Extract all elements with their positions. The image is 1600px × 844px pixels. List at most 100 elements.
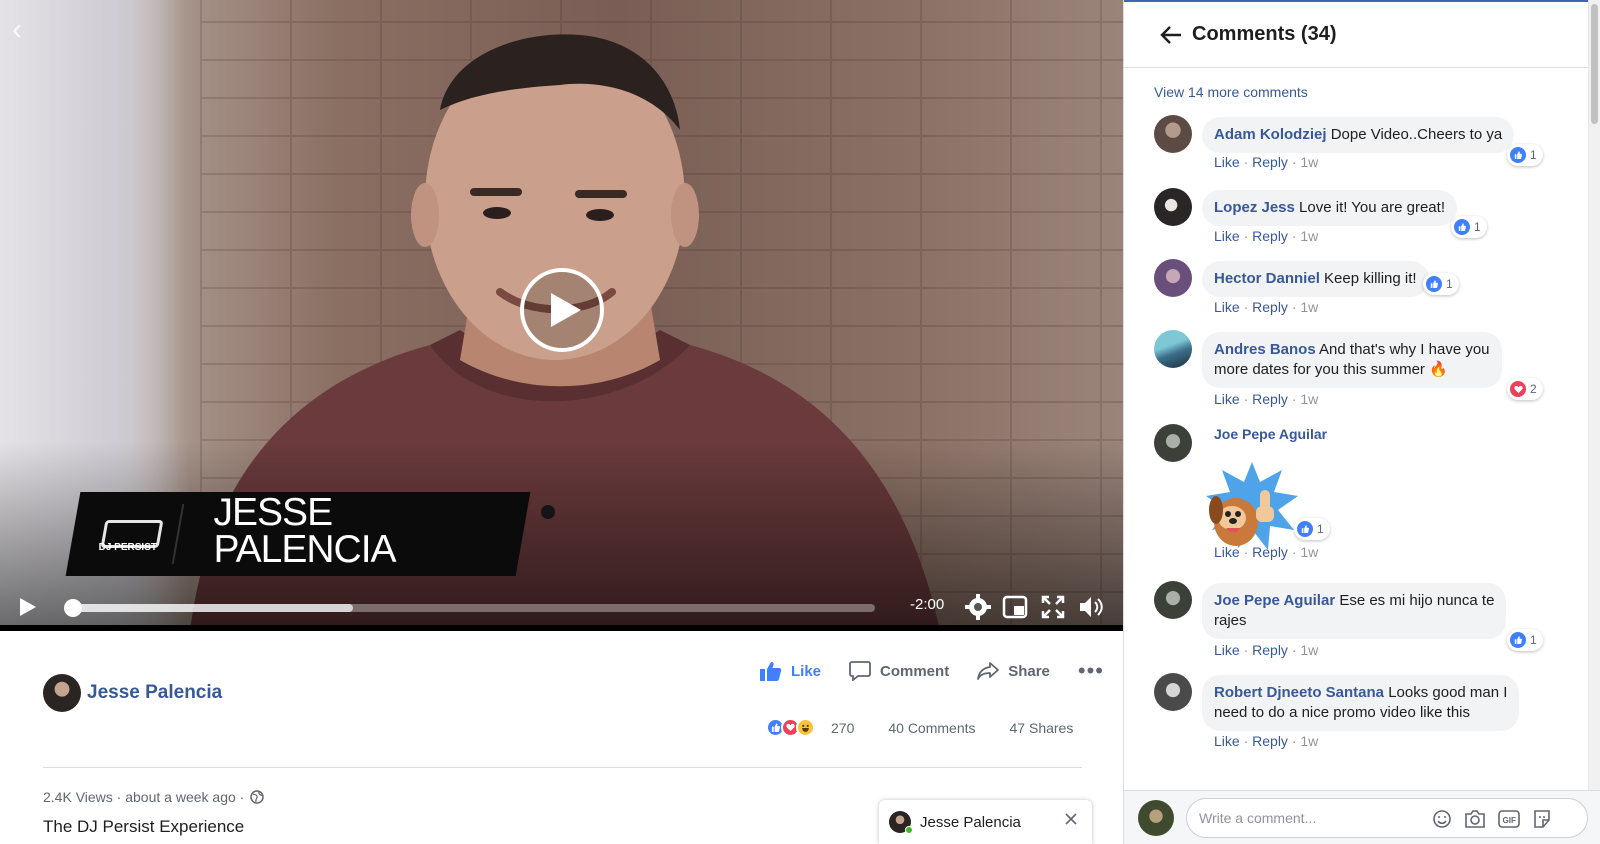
shares-count[interactable]: 47 Shares — [1010, 720, 1074, 736]
comment-reaction[interactable]: 1 — [1294, 518, 1330, 540]
comment-reply-link[interactable]: Reply — [1252, 544, 1288, 560]
comment-item: Hector Danniel Keep killing it! 1 Like ·… — [1154, 259, 1574, 319]
share-button[interactable]: Share — [977, 661, 1050, 681]
emoji-icon[interactable] — [1432, 809, 1452, 829]
previous-chevron-icon[interactable]: ‹ — [12, 15, 32, 45]
comment-age[interactable]: 1w — [1300, 642, 1318, 658]
comment-reply-link[interactable]: Reply — [1252, 391, 1288, 407]
comment-like-link[interactable]: Like — [1214, 642, 1240, 658]
commenter-name[interactable]: Joe Pepe Aguilar — [1214, 426, 1327, 442]
comment-age[interactable]: 1w — [1300, 733, 1318, 749]
commenter-name[interactable]: Adam Kolodziej — [1214, 126, 1327, 143]
video-title: The DJ Persist Experience — [43, 817, 245, 836]
comment-reply-link[interactable]: Reply — [1252, 228, 1288, 244]
post-actions: Like Comment Share ••• — [760, 658, 1104, 684]
play-icon[interactable] — [18, 596, 38, 618]
comments-count[interactable]: 40 Comments — [888, 720, 975, 736]
comment-text: Keep killing it! — [1324, 270, 1417, 287]
reaction-icons[interactable] — [766, 718, 815, 737]
commenter-avatar[interactable] — [1154, 115, 1192, 153]
comment-text: Ese es mi hijo nunca te — [1339, 592, 1495, 609]
commenter-name[interactable]: Hector Danniel — [1214, 270, 1320, 287]
commenter-name[interactable]: Andres Banos — [1214, 341, 1316, 358]
commenter-name[interactable]: Robert Djneeto Santana — [1214, 684, 1384, 701]
commenter-avatar[interactable] — [1154, 188, 1192, 226]
comment-text: need to do a nice promo video like this — [1214, 704, 1470, 721]
video-bottom-edge — [0, 625, 1123, 631]
comment-reply-link[interactable]: Reply — [1252, 642, 1288, 658]
post-stats: 270 40 Comments 47 Shares — [766, 718, 1073, 737]
settings-gear-icon[interactable] — [965, 594, 991, 620]
commenter-avatar[interactable] — [1154, 330, 1192, 368]
comment-age[interactable]: 1w — [1300, 391, 1318, 407]
commenter-avatar[interactable] — [1154, 673, 1192, 711]
comment-label: Comment — [880, 662, 950, 680]
post-time[interactable]: about a week ago — [125, 789, 236, 805]
dj-persist-logo: DJ PERSIST — [81, 504, 185, 564]
comment-age[interactable]: 1w — [1300, 544, 1318, 560]
comment-reaction[interactable]: 1 — [1507, 144, 1543, 166]
comment-reaction[interactable]: 2 — [1507, 378, 1543, 400]
like-button[interactable]: Like — [760, 661, 821, 681]
comment-like-link[interactable]: Like — [1214, 391, 1240, 407]
back-arrow-icon[interactable] — [1160, 25, 1182, 45]
comment-composer: Write a comment... GIF — [1124, 790, 1600, 844]
fullscreen-icon[interactable] — [1040, 594, 1066, 620]
comment-reply-link[interactable]: Reply — [1252, 733, 1288, 749]
commenter-name[interactable]: Lopez Jess — [1214, 199, 1295, 216]
gif-icon[interactable]: GIF — [1498, 809, 1520, 829]
comment-reply-link[interactable]: Reply — [1252, 299, 1288, 315]
comment-age[interactable]: 1w — [1300, 228, 1318, 244]
video-player[interactable]: ‹ DJ PERSIST JESSE PALENCIA -2:00 — [0, 0, 1123, 631]
progress-scrubber[interactable] — [64, 599, 875, 617]
volume-icon[interactable] — [1078, 594, 1104, 620]
author-avatar[interactable] — [43, 674, 81, 712]
comment-actions: Like · Reply · 1w — [1214, 299, 1319, 315]
view-more-comments-link[interactable]: View 14 more comments — [1154, 84, 1308, 100]
chat-tab-name: Jesse Palencia — [920, 813, 1021, 831]
close-icon[interactable] — [1064, 812, 1078, 826]
comment-age[interactable]: 1w — [1300, 299, 1318, 315]
comment-like-link[interactable]: Like — [1214, 299, 1240, 315]
comment-reaction[interactable]: 1 — [1451, 216, 1487, 238]
comment-age[interactable]: 1w — [1300, 154, 1318, 170]
commenter-avatar[interactable] — [1154, 581, 1192, 619]
comment-reaction[interactable]: 1 — [1507, 629, 1543, 651]
post-author[interactable]: Jesse Palencia — [43, 674, 222, 712]
more-options-icon[interactable]: ••• — [1078, 658, 1104, 684]
commenter-avatar[interactable] — [1154, 259, 1192, 297]
comment-bubble: Adam Kolodziej Dope Video..Cheers to ya — [1202, 117, 1515, 153]
scrubber-handle[interactable] — [64, 599, 82, 617]
camera-icon[interactable] — [1464, 809, 1486, 829]
commenter-name[interactable]: Joe Pepe Aguilar — [1214, 592, 1335, 609]
haha-reaction-icon — [796, 718, 815, 737]
comment-like-link[interactable]: Like — [1214, 733, 1240, 749]
video-controls: -2:00 — [0, 592, 1123, 622]
play-button-large[interactable] — [520, 268, 604, 352]
scrollbar-thumb[interactable] — [1591, 4, 1598, 124]
comment-item: Joe Pepe Aguilar 1 Like · Reply · 1w — [1154, 424, 1574, 574]
reactions-count[interactable]: 270 — [831, 720, 854, 736]
chat-tab[interactable]: Jesse Palencia — [879, 800, 1092, 844]
comment-reply-link[interactable]: Reply — [1252, 154, 1288, 170]
comment-reaction[interactable]: 1 — [1423, 273, 1459, 295]
share-label: Share — [1008, 662, 1050, 680]
picture-in-picture-icon[interactable] — [1002, 594, 1028, 620]
comment-text: Dope Video..Cheers to ya — [1330, 126, 1503, 143]
comment-like-link[interactable]: Like — [1214, 154, 1240, 170]
like-reaction-icon — [1510, 147, 1526, 163]
comment-actions: Like · Reply · 1w — [1214, 154, 1319, 170]
commenter-avatar[interactable] — [1154, 424, 1192, 462]
thumbs-up-dog-sticker[interactable] — [1202, 460, 1302, 552]
sticker-icon[interactable] — [1532, 809, 1552, 829]
author-name[interactable]: Jesse Palencia — [87, 682, 222, 704]
like-label: Like — [791, 662, 822, 680]
comment-button[interactable]: Comment — [849, 661, 949, 681]
scrollbar[interactable] — [1588, 0, 1600, 790]
comment-input[interactable]: Write a comment... — [1186, 798, 1588, 838]
comment-text: Love it! You are great! — [1299, 199, 1445, 216]
comment-like-link[interactable]: Like — [1214, 228, 1240, 244]
love-reaction-icon — [1510, 381, 1526, 397]
comment-like-link[interactable]: Like — [1214, 544, 1240, 560]
like-reaction-icon — [1426, 276, 1442, 292]
